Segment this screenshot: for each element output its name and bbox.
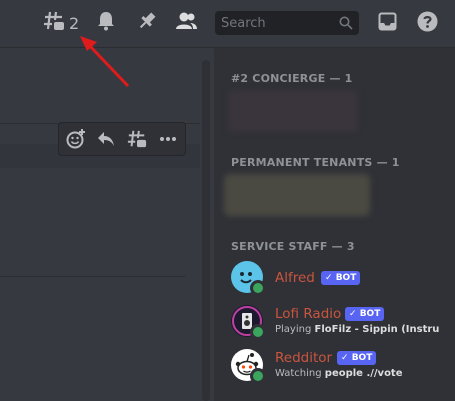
search-icon[interactable]	[338, 15, 354, 31]
threads-button[interactable]: 2	[43, 10, 79, 36]
create-thread-icon[interactable]	[126, 128, 148, 150]
threads-icon	[43, 10, 65, 36]
member-name: Lofi Radio	[275, 306, 342, 322]
member-activity: Watching people .//vote	[275, 368, 403, 379]
member-item-alfred[interactable]: Alfred ✓ BOT	[214, 258, 455, 298]
chat-area	[0, 48, 200, 401]
reply-icon[interactable]	[95, 129, 117, 149]
member-name: Alfred	[275, 270, 315, 286]
pin-icon	[137, 11, 157, 35]
member-list: #2 CONCIERGE — 1 PERMANENT TENANTS — 1 S…	[214, 48, 455, 401]
online-status-icon	[250, 324, 266, 340]
section-header-service-staff: SERVICE STAFF — 3	[231, 240, 355, 253]
inbox-icon	[378, 12, 397, 35]
member-list-button[interactable]	[175, 11, 197, 35]
chat-scrollbar[interactable]	[202, 60, 210, 401]
check-icon: ✓	[325, 273, 333, 283]
member-activity: Playing FloFilz - Sippin (Instru	[275, 324, 440, 335]
online-status-icon	[250, 280, 266, 296]
avatar	[231, 305, 266, 340]
online-status-icon	[250, 368, 266, 384]
pinned-messages-button[interactable]	[137, 11, 157, 35]
message-action-toolbar	[58, 122, 186, 156]
section-header-concierge: #2 CONCIERGE — 1	[231, 72, 353, 85]
search-input[interactable]	[215, 11, 337, 35]
message-divider	[0, 276, 185, 277]
avatar	[231, 261, 266, 296]
add-reaction-icon[interactable]	[65, 128, 87, 150]
member-name: Redditor	[275, 350, 333, 366]
section-header-permanent-tenants: PERMANENT TENANTS — 1	[231, 156, 400, 169]
channel-header: 2	[0, 0, 455, 48]
avatar	[231, 349, 266, 384]
bot-badge: ✓ BOT	[337, 351, 377, 365]
members-icon	[175, 11, 197, 35]
help-button[interactable]	[416, 11, 438, 36]
check-icon: ✓	[349, 309, 357, 319]
inbox-button[interactable]	[377, 12, 397, 35]
blurred-member[interactable]	[228, 90, 358, 132]
bot-badge: ✓ BOT	[321, 271, 361, 285]
help-icon	[417, 11, 438, 36]
member-item-lofi-radio[interactable]: Lofi Radio ✓ BOT Playing FloFilz - Sippi…	[214, 302, 455, 342]
check-icon: ✓	[341, 353, 349, 363]
more-icon[interactable]	[157, 128, 179, 150]
member-item-redditor[interactable]: Redditor ✓ BOT Watching people .//vote	[214, 346, 455, 386]
blurred-member[interactable]	[224, 174, 370, 216]
search-bar	[215, 11, 359, 35]
bot-badge: ✓ BOT	[345, 307, 385, 321]
